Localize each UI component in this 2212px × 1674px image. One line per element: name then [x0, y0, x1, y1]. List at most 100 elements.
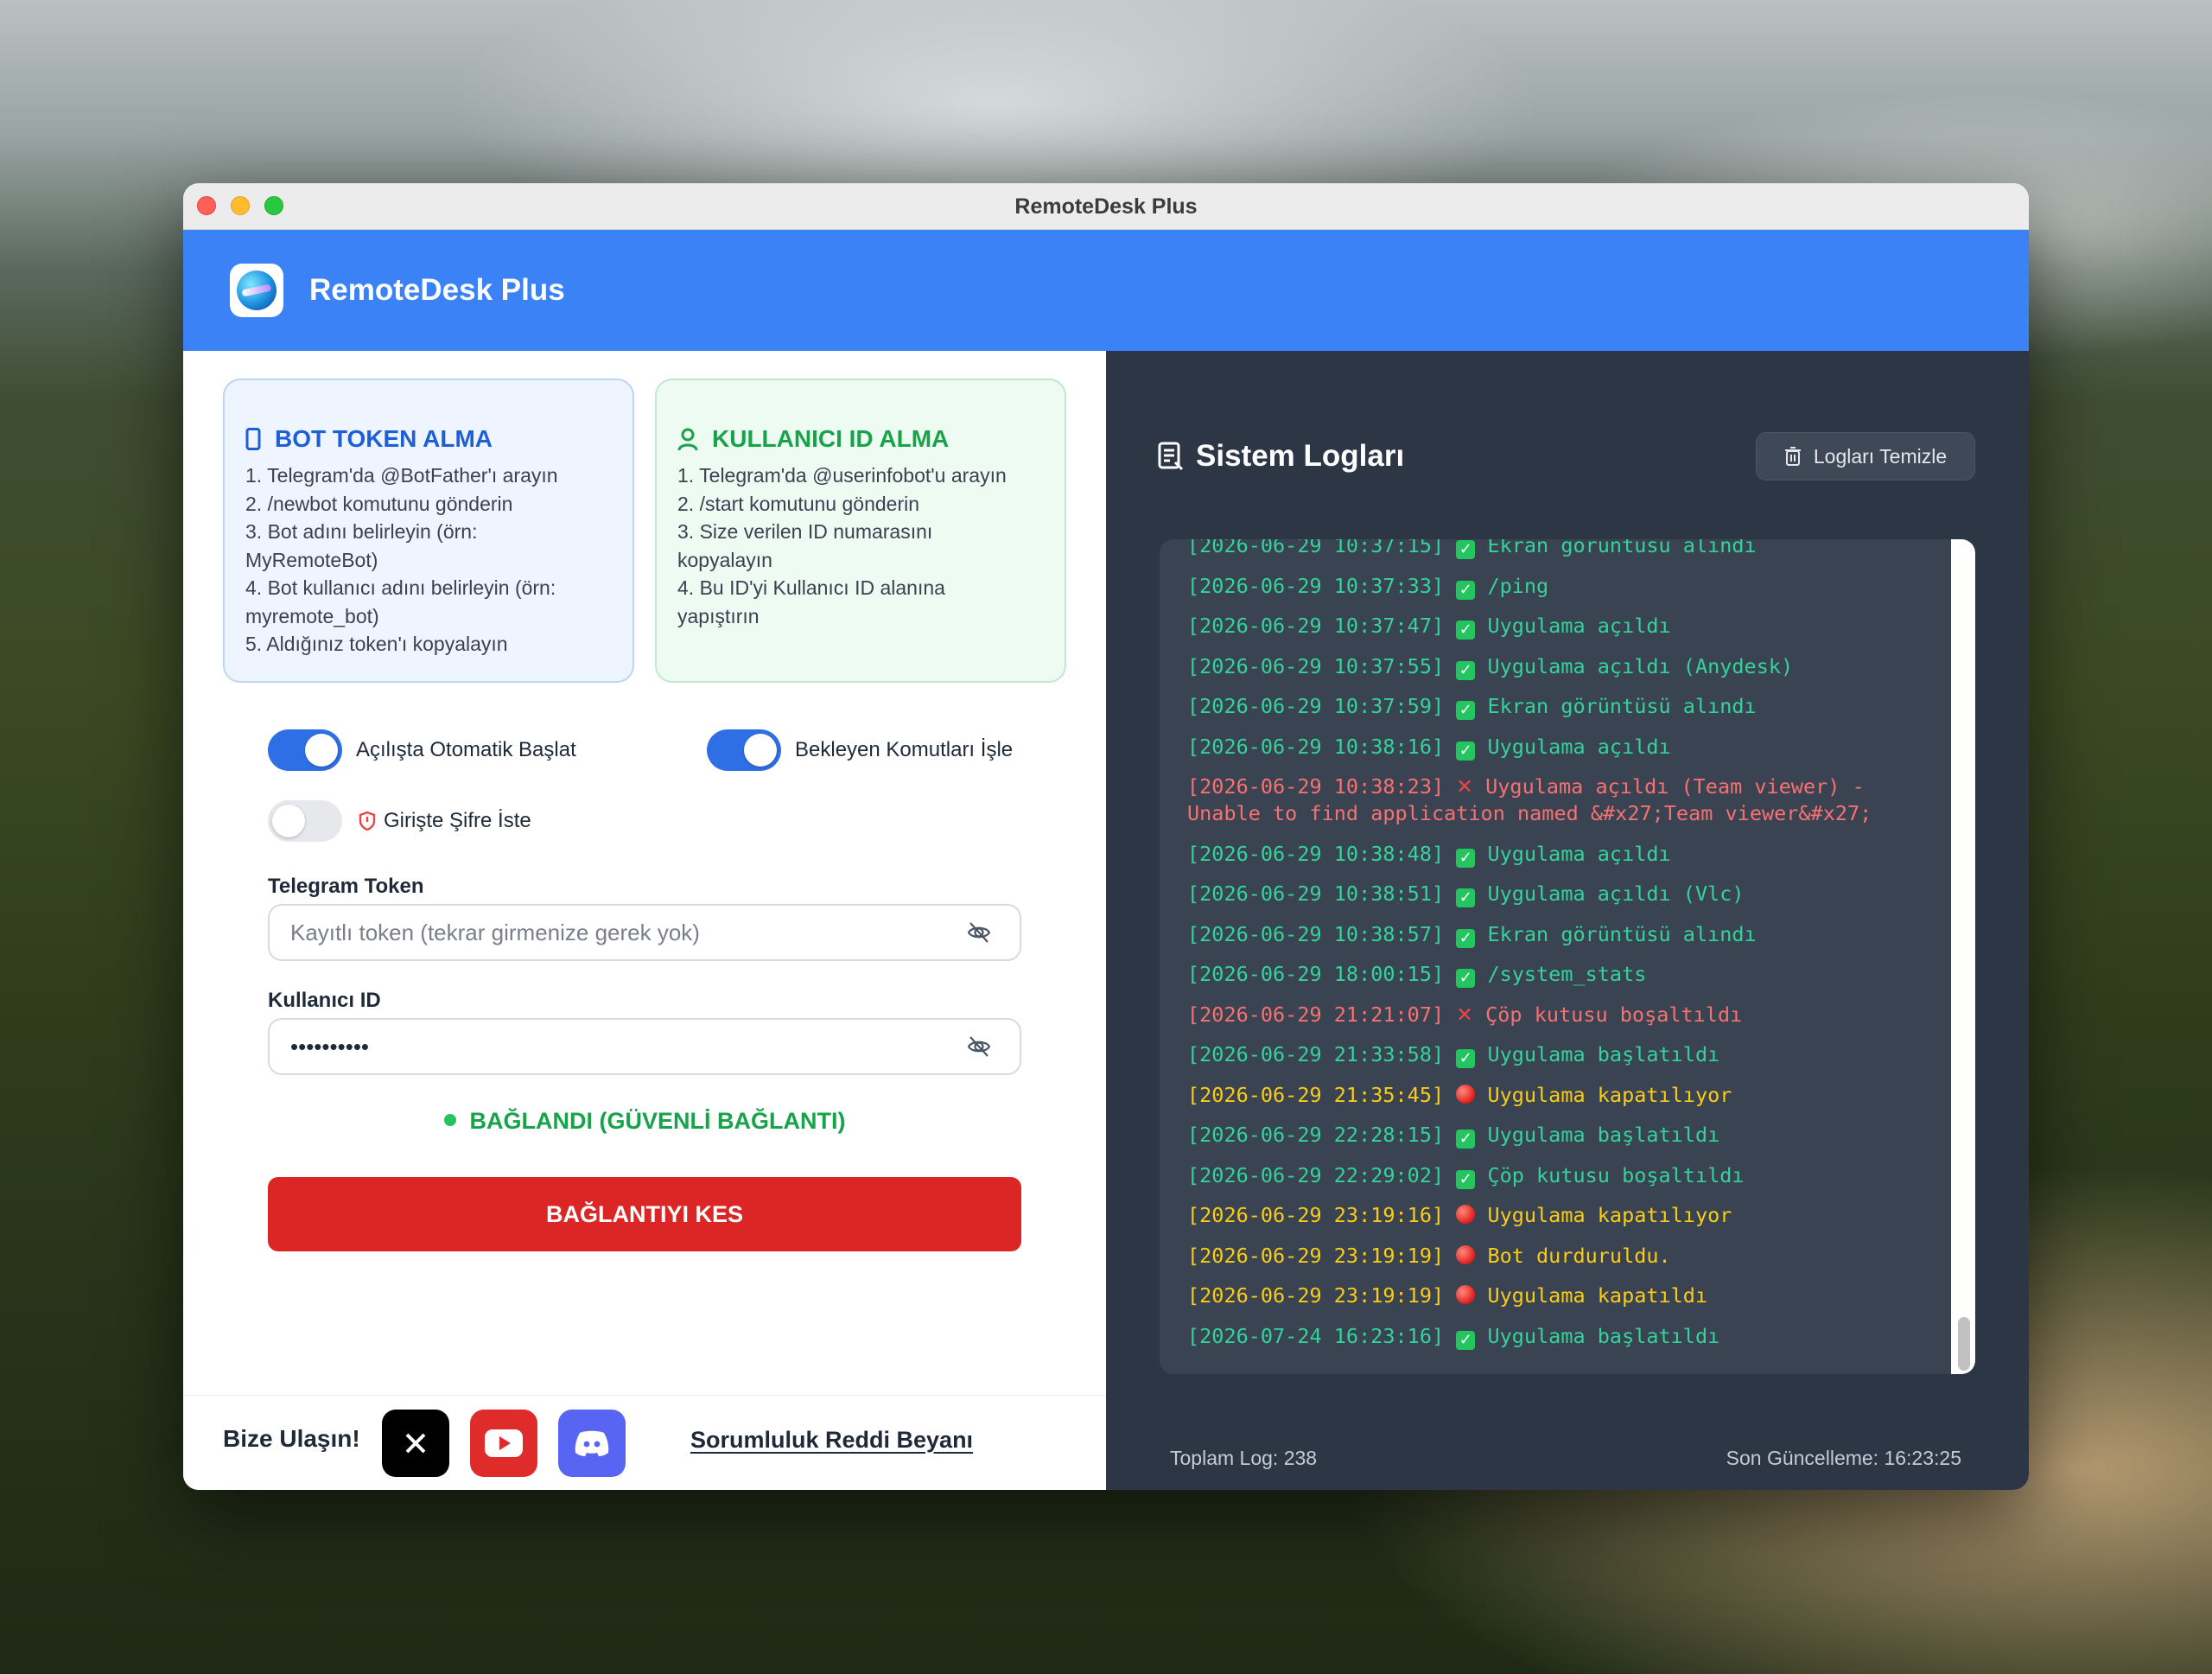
log-message: Uygulama açıldı	[1487, 614, 1671, 638]
bot-step-line: MyRemoteBot)	[245, 548, 378, 571]
log-message: Uygulama açıldı (Vlc)	[1487, 882, 1745, 906]
log-timestamp: [2026-06-29 10:38:51]	[1187, 882, 1445, 906]
check-icon: ✓	[1456, 928, 1476, 948]
log-entry: [2026-06-29 10:37:47] ✓ Uygulama açıldı	[1187, 613, 1930, 640]
log-message: Uygulama açıldı	[1487, 841, 1671, 866]
connection-status: BAĞLANDI (GÜVENLİ BAĞLANTI)	[183, 1108, 1106, 1135]
check-icon: ✓	[1456, 741, 1476, 761]
user-step-line: 2. /start komutunu gönderin	[677, 492, 919, 515]
check-icon: ✓	[1456, 701, 1476, 720]
log-entry: [2026-06-29 21:35:45] Uygulama kapatılıy…	[1187, 1082, 1930, 1109]
pending-commands-label: Bekleyen Komutları İşle	[795, 738, 1014, 761]
clear-logs-button[interactable]: Logları Temizle	[1756, 432, 1975, 481]
red-circle-icon	[1456, 1285, 1476, 1304]
log-message: Ekran görüntüsü alındı	[1487, 921, 1757, 946]
log-list: [2026-06-29 10:37:15] ✓ Ekran görüntüsü …	[1187, 539, 1930, 1363]
eye-off-icon[interactable]	[966, 1034, 992, 1060]
bot-token-card-title: BOT TOKEN ALMA	[245, 425, 612, 453]
log-timestamp: [2026-06-29 10:37:15]	[1187, 539, 1445, 557]
token-input[interactable]	[268, 904, 1021, 961]
log-message: Uygulama başlatıldı	[1487, 1123, 1720, 1147]
log-timestamp: [2026-06-29 22:28:15]	[1187, 1123, 1445, 1147]
phone-icon	[245, 428, 261, 450]
log-timestamp: [2026-06-29 23:19:19]	[1187, 1283, 1445, 1308]
password-label: Girişte Şifre İste	[384, 809, 531, 832]
shield-icon	[359, 812, 376, 831]
red-circle-icon	[1456, 1244, 1476, 1264]
app-logo-icon	[230, 264, 283, 317]
user-step-line: yapıştırın	[677, 604, 760, 627]
log-message: Uygulama başlatıldı	[1487, 1323, 1720, 1348]
log-entry: [2026-06-29 21:33:58] ✓ Uygulama başlatı…	[1187, 1041, 1930, 1068]
x-icon[interactable]	[382, 1410, 449, 1477]
log-message: Bot durduruldu.	[1487, 1243, 1671, 1268]
window-title: RemoteDesk Plus	[1014, 194, 1198, 219]
pending-commands-toggle[interactable]	[707, 729, 781, 771]
logs-panel: Sistem Logları Logları Temizle [2026-06-…	[1106, 351, 2029, 1490]
log-entry: [2026-06-29 22:28:15] ✓ Uygulama başlatı…	[1187, 1122, 1930, 1149]
log-timestamp: [2026-06-29 23:19:16]	[1187, 1203, 1445, 1227]
disconnect-button[interactable]: BAĞLANTIYI KES	[268, 1177, 1021, 1251]
last-updated: Son Güncelleme: 16:23:25	[1726, 1447, 1961, 1469]
log-scrollbar-thumb[interactable]	[1958, 1317, 1970, 1371]
eye-off-icon[interactable]	[966, 920, 992, 945]
disclaimer-link[interactable]: Sorumluluk Reddi Beyanı	[690, 1427, 973, 1454]
log-entry: [2026-06-29 10:37:59] ✓ Ekran görüntüsü …	[1187, 693, 1930, 720]
cross-icon: ✕	[1456, 774, 1473, 799]
log-entry: [2026-06-29 23:19:16] Uygulama kapatılıy…	[1187, 1202, 1930, 1229]
log-entry: [2026-06-29 10:38:23] ✕ Uygulama açıldı …	[1187, 773, 1930, 827]
user-id-field-label: Kullanıcı ID	[268, 989, 381, 1012]
app-header: RemoteDesk Plus	[183, 230, 2029, 351]
log-timestamp: [2026-06-29 23:19:19]	[1187, 1243, 1445, 1268]
log-timestamp: [2026-06-29 10:37:33]	[1187, 573, 1445, 598]
log-timestamp: [2026-06-29 10:38:48]	[1187, 841, 1445, 866]
log-timestamp: [2026-06-29 21:21:07]	[1187, 1002, 1445, 1027]
bot-token-card: BOT TOKEN ALMA 1. Telegram'da @BotFather…	[223, 379, 634, 683]
log-message: Ekran görüntüsü alındı	[1487, 694, 1757, 718]
log-entry: [2026-07-24 16:23:16] ✓ Uygulama başlatı…	[1187, 1323, 1930, 1350]
log-timestamp: [2026-06-29 18:00:15]	[1187, 962, 1445, 986]
password-toggle[interactable]	[268, 800, 342, 842]
log-message: Uygulama açıldı (Anydesk)	[1487, 653, 1794, 678]
log-timestamp: [2026-06-29 10:37:47]	[1187, 614, 1445, 638]
log-timestamp: [2026-06-29 10:37:59]	[1187, 694, 1445, 718]
autostart-toggle[interactable]	[268, 729, 342, 771]
bot-step-line: 1. Telegram'da @BotFather'ı arayın	[245, 464, 558, 487]
logs-title: Sistem Logları	[1158, 439, 1404, 474]
total-log-count: Toplam Log: 238	[1170, 1447, 1318, 1469]
log-message: Uygulama açıldı	[1487, 734, 1671, 759]
log-entry: [2026-06-29 23:19:19] Uygulama kapatıldı	[1187, 1283, 1930, 1309]
check-icon: ✓	[1456, 1169, 1476, 1189]
log-message: /system_stats	[1487, 962, 1647, 986]
user-id-card: KULLANICI ID ALMA 1. Telegram'da @userin…	[655, 379, 1066, 683]
youtube-icon[interactable]	[470, 1410, 537, 1477]
log-scrollbar[interactable]	[1951, 539, 1975, 1374]
log-entry: [2026-06-29 10:37:15] ✓ Ekran görüntüsü …	[1187, 539, 1930, 559]
red-circle-icon	[1456, 1084, 1476, 1104]
discord-icon[interactable]	[558, 1410, 626, 1477]
log-message: Uygulama kapatıldı	[1487, 1283, 1708, 1308]
log-viewer[interactable]: [2026-06-29 10:37:15] ✓ Ekran görüntüsü …	[1160, 539, 1975, 1374]
log-message: Çöp kutusu boşaltıldı	[1485, 1002, 1743, 1027]
log-timestamp: [2026-06-29 22:29:02]	[1187, 1162, 1445, 1187]
window-titlebar[interactable]: RemoteDesk Plus	[183, 183, 2029, 230]
log-entry: [2026-06-29 22:29:02] ✓ Çöp kutusu boşal…	[1187, 1162, 1930, 1189]
log-timestamp: [2026-06-29 10:38:16]	[1187, 734, 1445, 759]
user-id-input[interactable]	[268, 1018, 1021, 1075]
user-step-line: 1. Telegram'da @userinfobot'u arayın	[677, 464, 1007, 487]
log-timestamp: [2026-06-29 21:35:45]	[1187, 1082, 1445, 1107]
user-step-line: 3. Size verilen ID numarasını	[677, 520, 933, 543]
log-timestamp: [2026-06-29 21:33:58]	[1187, 1042, 1445, 1066]
log-entry: [2026-06-29 10:38:51] ✓ Uygulama açıldı …	[1187, 881, 1930, 907]
log-timestamp: [2026-06-29 10:38:23]	[1187, 774, 1445, 799]
log-entry: [2026-06-29 18:00:15] ✓ /system_stats	[1187, 961, 1930, 988]
log-timestamp: [2026-06-29 10:38:57]	[1187, 921, 1445, 946]
log-entry: [2026-06-29 10:38:57] ✓ Ekran görüntüsü …	[1187, 921, 1930, 948]
token-field-label: Telegram Token	[268, 875, 424, 898]
cross-icon: ✕	[1456, 1002, 1473, 1027]
log-message: Uygulama kapatılıyor	[1487, 1203, 1732, 1227]
check-icon: ✓	[1456, 660, 1476, 680]
log-timestamp: [2026-07-24 16:23:16]	[1187, 1323, 1445, 1348]
log-entry: [2026-06-29 10:38:16] ✓ Uygulama açıldı	[1187, 734, 1930, 761]
check-icon: ✓	[1456, 888, 1476, 907]
